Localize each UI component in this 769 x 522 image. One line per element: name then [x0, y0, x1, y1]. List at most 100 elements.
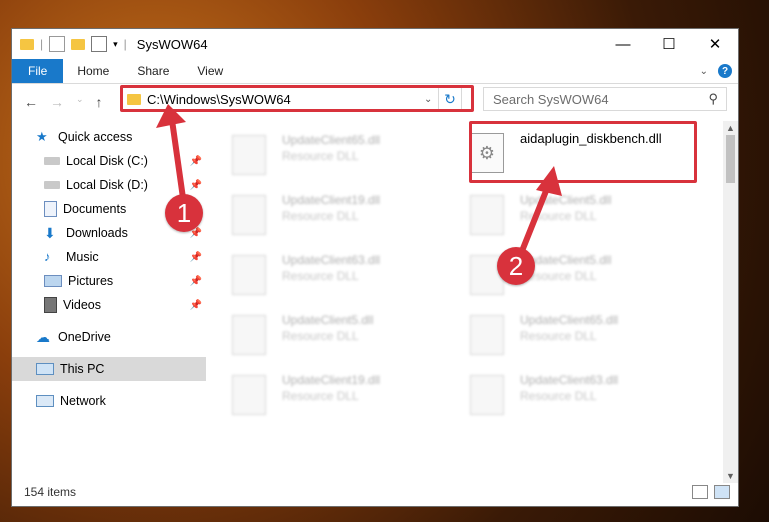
file-name: UpdateClient19.dll	[282, 193, 381, 207]
sidebar-item-this-pc[interactable]: This PC	[12, 357, 206, 381]
sidebar-item-label: Local Disk (D:)	[66, 178, 148, 192]
file-type: Resource DLL	[520, 329, 597, 343]
sidebar-item-label: Network	[60, 394, 106, 408]
file-item[interactable]: UpdateClient5.dll Resource DLL	[460, 247, 690, 297]
scrollbar-thumb[interactable]	[726, 135, 735, 183]
sidebar-item-label: Videos	[63, 298, 101, 312]
pin-icon[interactable]: 📌	[190, 252, 202, 263]
file-type: Resource DLL	[282, 329, 359, 343]
expand-ribbon-icon[interactable]: ⌄	[700, 66, 708, 77]
customize-icon[interactable]	[91, 36, 108, 52]
large-icons-view-icon[interactable]	[714, 485, 730, 499]
new-folder-icon[interactable]	[71, 38, 86, 50]
file-type: Resource DLL	[282, 269, 359, 283]
drive-icon	[44, 157, 60, 165]
recent-dropdown-icon[interactable]: ⌄	[76, 94, 84, 110]
sidebar-item-pictures[interactable]: Pictures 📌	[12, 269, 206, 293]
minimize-button[interactable]: —	[600, 29, 646, 59]
title-bar: | ▾ | SysWOW64 — ☐ ✕	[12, 29, 738, 59]
drive-icon	[44, 181, 60, 189]
music-icon: ♪	[44, 249, 51, 264]
file-name: UpdateClient65.dll	[282, 133, 381, 147]
folder-icon[interactable]	[20, 38, 34, 50]
cloud-icon: ☁	[36, 329, 50, 345]
step-badge-1: 1	[165, 194, 203, 232]
help-icon[interactable]: ?	[718, 64, 732, 78]
tab-share[interactable]: Share	[123, 59, 183, 83]
back-icon[interactable]: ←	[24, 94, 38, 110]
file-item[interactable]: UpdateClient65.dll Resource DLL	[460, 307, 690, 357]
up-icon[interactable]: ↑	[96, 94, 103, 110]
sidebar-item-label: This PC	[60, 362, 105, 376]
file-item[interactable]: UpdateClient19.dll Resource DLL	[222, 187, 452, 237]
explorer-window: | ▾ | SysWOW64 — ☐ ✕ File Home Share Vie…	[11, 28, 739, 507]
sidebar-item-label: Local Disk (C:)	[66, 154, 148, 168]
details-view-icon[interactable]	[692, 485, 708, 499]
file-item[interactable]: UpdateClient65.dll Resource DLL	[222, 127, 452, 177]
file-name: UpdateClient63.dll	[520, 373, 619, 387]
dll-file-icon	[470, 375, 504, 415]
file-highlight	[469, 121, 697, 183]
tab-file[interactable]: File	[12, 59, 64, 83]
file-name: UpdateClient65.dll	[520, 313, 619, 327]
close-button[interactable]: ✕	[692, 29, 738, 59]
documents-icon	[44, 201, 57, 217]
sidebar-item-onedrive[interactable]: ☁ OneDrive	[12, 325, 206, 349]
pin-icon[interactable]: 📌	[190, 300, 202, 311]
sidebar-item-label: Documents	[63, 202, 127, 216]
forward-icon[interactable]: →	[50, 94, 64, 110]
computer-icon	[36, 363, 54, 375]
sidebar-item-label: Quick access	[58, 130, 133, 144]
file-item[interactable]: UpdateClient63.dll Resource DLL	[460, 367, 690, 417]
tab-view[interactable]: View	[183, 59, 237, 83]
maximize-button[interactable]: ☐	[646, 29, 692, 59]
dll-file-icon	[232, 255, 266, 295]
dll-file-icon	[232, 195, 266, 235]
pictures-icon	[44, 275, 62, 287]
separator: |	[40, 37, 44, 51]
file-type: Resource DLL	[282, 149, 359, 163]
file-item[interactable]: UpdateClient19.dll Resource DLL	[222, 367, 452, 417]
ribbon-tabs: File Home Share View ⌄ ?	[12, 59, 738, 84]
download-icon: ⬇	[44, 225, 56, 241]
network-icon	[36, 395, 54, 407]
pin-icon[interactable]: 📌	[190, 276, 202, 287]
sidebar-item-label: OneDrive	[58, 330, 111, 344]
file-type: Resource DLL	[282, 209, 359, 223]
file-item[interactable]: UpdateClient5.dll Resource DLL	[460, 187, 690, 237]
search-input[interactable]: Search SysWOW64 ⚲	[483, 87, 727, 111]
file-name: UpdateClient63.dll	[282, 253, 381, 267]
file-item[interactable]: UpdateClient63.dll Resource DLL	[222, 247, 452, 297]
search-icon[interactable]: ⚲	[708, 91, 718, 107]
dll-file-icon	[232, 135, 266, 175]
file-type: Resource DLL	[282, 389, 359, 403]
sidebar-item-music[interactable]: ♪ Music 📌	[12, 245, 206, 269]
sidebar-item-label: Music	[66, 250, 99, 264]
properties-icon[interactable]	[49, 36, 66, 52]
item-count: 154 items	[24, 485, 77, 499]
file-name: UpdateClient5.dll	[282, 313, 374, 327]
videos-icon	[44, 297, 57, 313]
search-placeholder: Search SysWOW64	[493, 91, 609, 107]
vertical-scrollbar[interactable]: ▲ ▼	[723, 121, 738, 483]
dll-file-icon	[232, 315, 266, 355]
chevron-down-icon[interactable]: ▾	[113, 39, 118, 50]
file-name: UpdateClient19.dll	[282, 373, 381, 387]
window-title: SysWOW64	[136, 36, 208, 52]
tab-home[interactable]: Home	[63, 59, 123, 83]
sidebar-item-network[interactable]: Network	[12, 389, 206, 413]
status-bar: 154 items	[12, 478, 738, 506]
quick-access-toolbar: | ▾ |	[12, 36, 127, 52]
dll-file-icon	[232, 375, 266, 415]
dll-file-icon	[470, 195, 504, 235]
sidebar-item-videos[interactable]: Videos 📌	[12, 293, 206, 317]
file-type: Resource DLL	[520, 389, 597, 403]
sidebar-item-label: Downloads	[66, 226, 128, 240]
step-badge-2: 2	[497, 247, 535, 285]
scroll-up-icon[interactable]: ▲	[726, 123, 735, 133]
file-item[interactable]: UpdateClient5.dll Resource DLL	[222, 307, 452, 357]
separator: |	[123, 37, 127, 51]
dll-file-icon	[470, 315, 504, 355]
star-icon: ★	[36, 129, 48, 144]
sidebar-item-label: Pictures	[68, 274, 114, 288]
